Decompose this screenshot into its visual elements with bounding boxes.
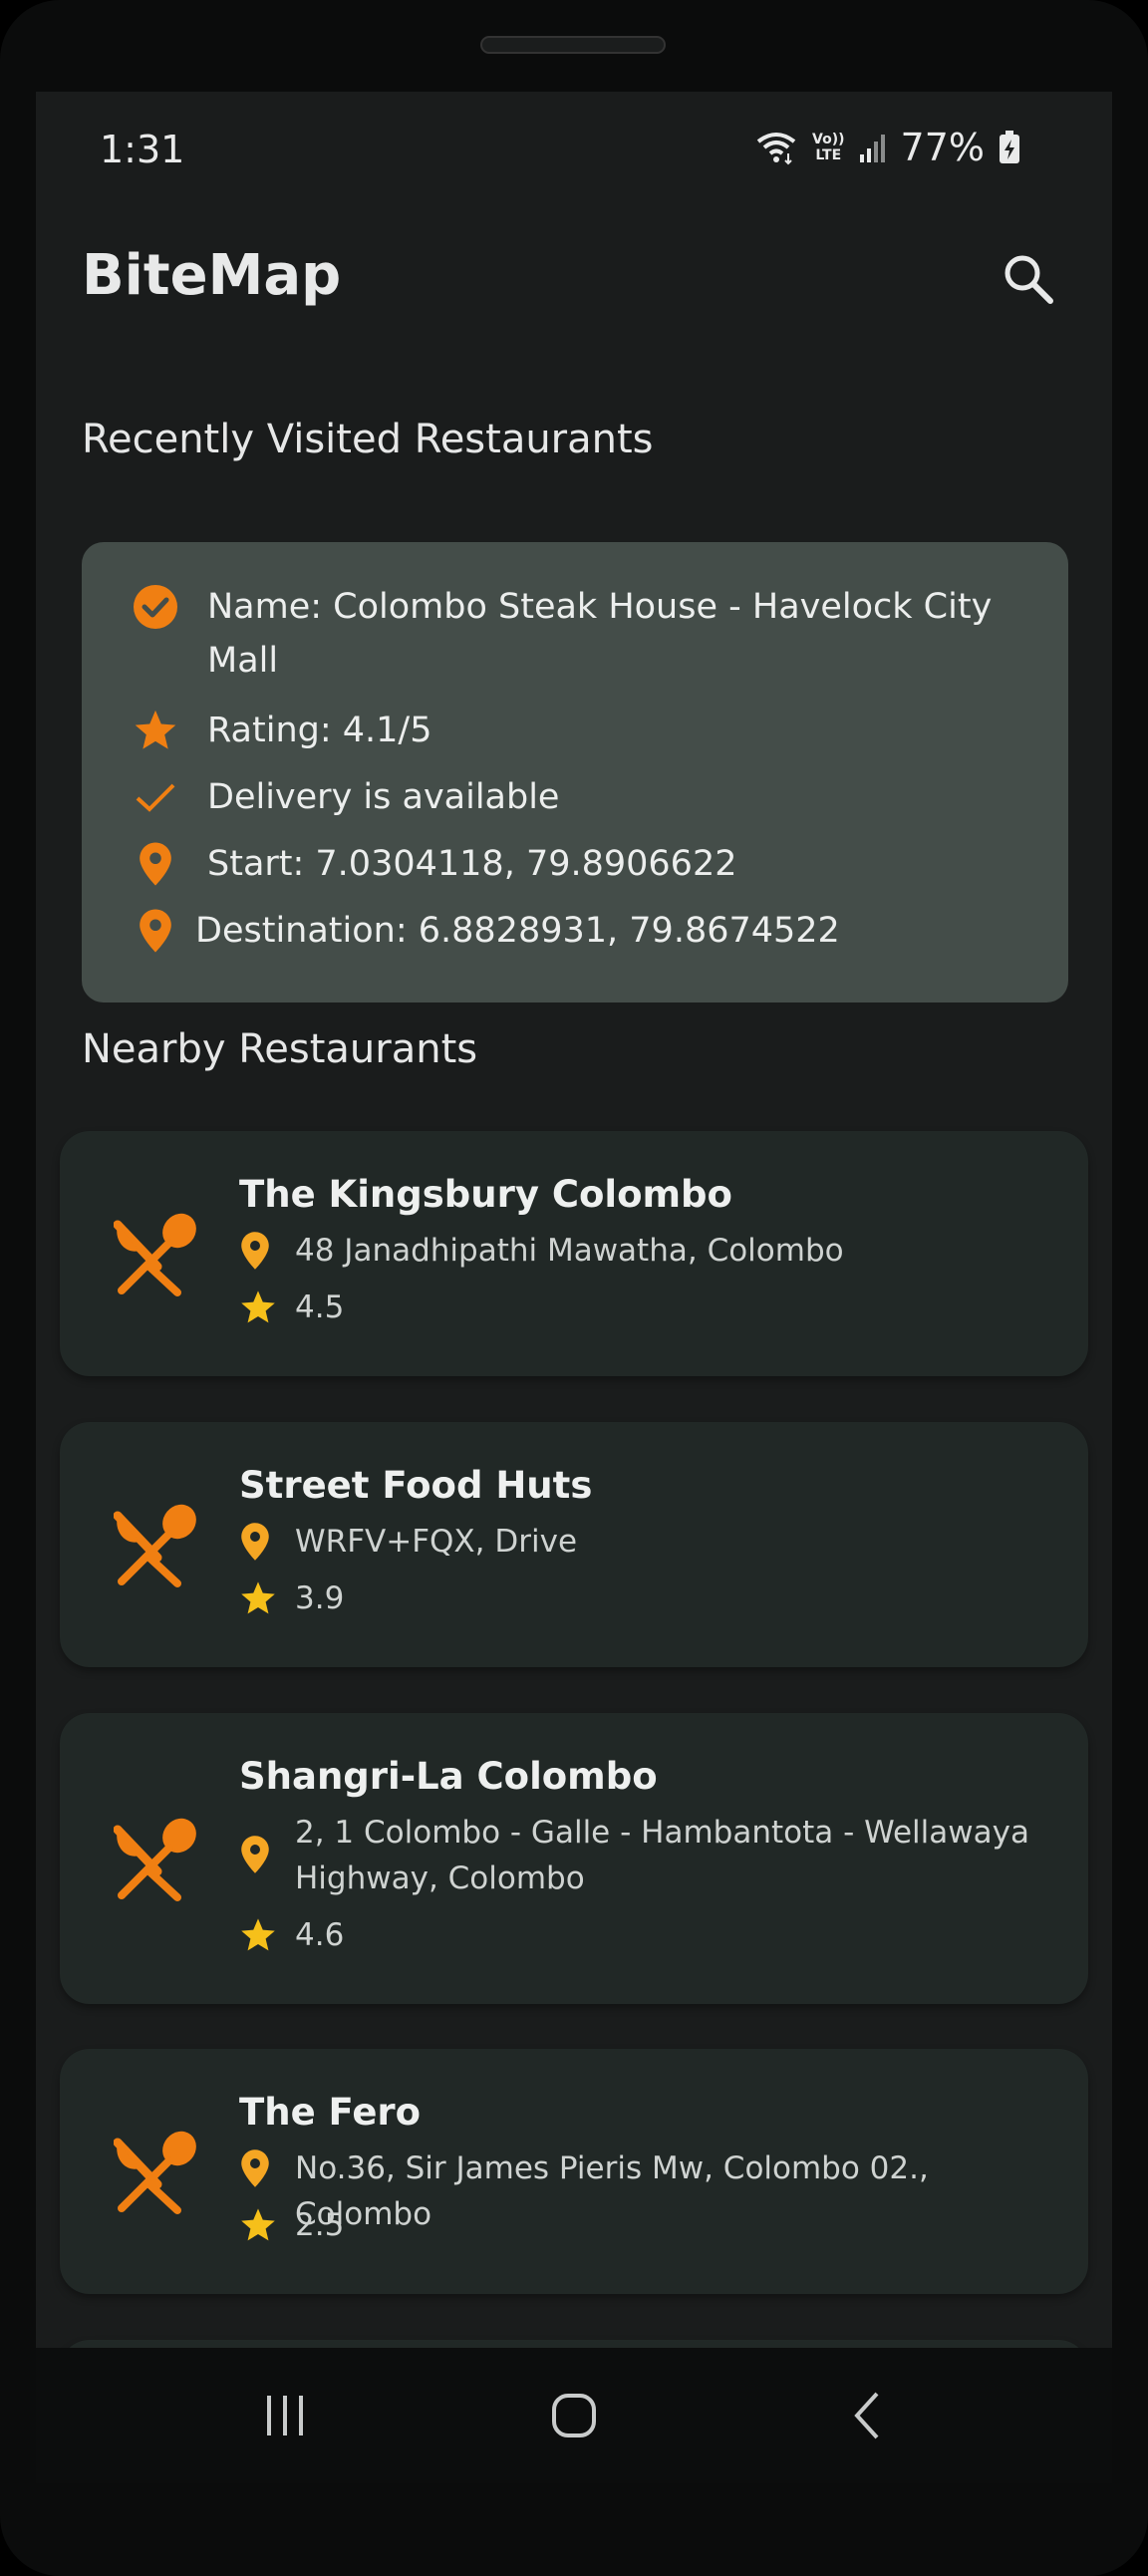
restaurant-rating-value: 4.6 — [295, 1917, 345, 1953]
restaurant-address: No.36, Sir James Pieris Mw, Colombo 02.,… — [239, 2146, 1052, 2237]
restaurant-rating: 4.5 — [239, 1288, 344, 1326]
recent-section-title: Recently Visited Restaurants — [82, 417, 654, 462]
lte-label: LTE — [815, 147, 842, 163]
star-icon — [241, 1918, 275, 1951]
restaurant-name: Shangri-La Colombo — [239, 1755, 658, 1798]
recent-rating: Rating: 4.1/5 — [207, 711, 432, 750]
star-icon — [241, 1581, 275, 1614]
location-pin-icon — [239, 1228, 273, 1274]
app-bar: BiteMap — [36, 211, 1112, 341]
check-circle-icon — [130, 580, 181, 634]
restaurant-name: The Kingsbury Colombo — [239, 1173, 732, 1216]
restaurant-rating: 4.6 — [239, 1916, 344, 1954]
recent-name-row: Name: Colombo Steak House - Havelock Cit… — [130, 580, 1006, 688]
location-pin-icon — [239, 1832, 273, 1877]
recents-icon — [267, 2396, 303, 2435]
app-title: BiteMap — [82, 243, 342, 308]
restaurant-address-text: 2, 1 Colombo - Galle - Hambantota - Well… — [295, 1815, 1029, 1896]
status-bar: 1:31 Vo)) LTE 77% — [36, 92, 1112, 211]
restaurant-card[interactable]: Shangri-La Colombo 2, 1 Colombo - Galle … — [60, 1713, 1088, 2004]
location-pin-icon — [130, 837, 181, 891]
restaurant-name: The Fero — [239, 2091, 422, 2134]
fork-spoon-icon — [114, 1504, 196, 1587]
battery-percent: 77% — [900, 126, 985, 169]
recent-name: Name: Colombo Steak House - Havelock Cit… — [207, 587, 993, 681]
location-pin-icon — [130, 904, 181, 958]
status-time: 1:31 — [100, 128, 185, 171]
restaurant-card[interactable]: The Kingsbury Colombo 48 Janadhipathi Ma… — [60, 1131, 1088, 1376]
restaurant-address: 2, 1 Colombo - Galle - Hambantota - Well… — [239, 1810, 1052, 1901]
battery-charging-icon — [1000, 131, 1019, 163]
phone-frame: 1:31 Vo)) LTE 77% BiteMap Recently Visit… — [0, 0, 1148, 2576]
recent-restaurant-card[interactable]: Name: Colombo Steak House - Havelock Cit… — [82, 542, 1068, 1002]
star-icon — [241, 2208, 275, 2241]
recents-button[interactable] — [255, 2386, 315, 2445]
wifi-icon — [756, 133, 796, 165]
restaurant-address: WRFV+FQX, Drive — [239, 1519, 1052, 1565]
recent-start-row: Start: 7.0304118, 79.8906622 — [130, 837, 736, 891]
earpiece-speaker — [480, 36, 666, 54]
signal-icon — [859, 135, 885, 162]
recent-destination: Destination: 6.8828931, 79.8674522 — [195, 911, 840, 951]
restaurant-address-text: 48 Janadhipathi Mawatha, Colombo — [295, 1233, 844, 1269]
app-screen: 1:31 Vo)) LTE 77% BiteMap Recently Visit… — [36, 92, 1112, 2483]
restaurant-card[interactable]: The Fero No.36, Sir James Pieris Mw, Col… — [60, 2049, 1088, 2294]
volte-indicator: Vo)) LTE — [812, 132, 844, 163]
status-icons: Vo)) LTE 77% — [754, 126, 1020, 169]
location-pin-icon — [239, 1519, 273, 1565]
back-icon — [854, 2392, 879, 2439]
restaurant-address-text: No.36, Sir James Pieris Mw, Colombo 02.,… — [295, 2150, 929, 2232]
recent-destination-row: Destination: 6.8828931, 79.8674522 — [130, 904, 840, 958]
restaurant-rating-value: 3.9 — [295, 1580, 345, 1616]
check-icon — [130, 770, 181, 824]
restaurant-address: 48 Janadhipathi Mawatha, Colombo — [239, 1228, 1052, 1274]
star-icon — [130, 704, 181, 757]
fork-spoon-icon — [114, 1213, 196, 1296]
fork-spoon-icon — [114, 2131, 196, 2214]
restaurant-rating-value: 4.5 — [295, 1289, 345, 1325]
search-button[interactable] — [999, 249, 1058, 309]
home-button[interactable] — [544, 2386, 604, 2445]
home-icon — [552, 2394, 596, 2437]
search-icon — [1004, 255, 1053, 304]
recent-start: Start: 7.0304118, 79.8906622 — [207, 844, 737, 884]
system-nav-bar — [36, 2348, 1112, 2483]
restaurant-address-text: WRFV+FQX, Drive — [295, 1524, 578, 1560]
nearby-section-title: Nearby Restaurants — [82, 1026, 478, 1072]
volte-label: Vo)) — [812, 132, 845, 147]
restaurant-card[interactable]: Street Food Huts WRFV+FQX, Drive 3.9 — [60, 1422, 1088, 1667]
recent-delivery: Delivery is available — [207, 777, 560, 817]
restaurant-rating: 3.9 — [239, 1579, 344, 1617]
restaurant-rating-value: 2.5 — [295, 2207, 345, 2243]
restaurant-name: Street Food Huts — [239, 1464, 593, 1507]
back-button[interactable] — [839, 2386, 899, 2445]
recent-delivery-row: Delivery is available — [130, 770, 559, 824]
star-icon — [241, 1290, 275, 1323]
fork-spoon-icon — [114, 1818, 196, 1901]
restaurant-rating: 2.5 — [239, 2206, 344, 2244]
location-pin-icon — [239, 2146, 273, 2191]
recent-rating-row: Rating: 4.1/5 — [130, 704, 431, 757]
